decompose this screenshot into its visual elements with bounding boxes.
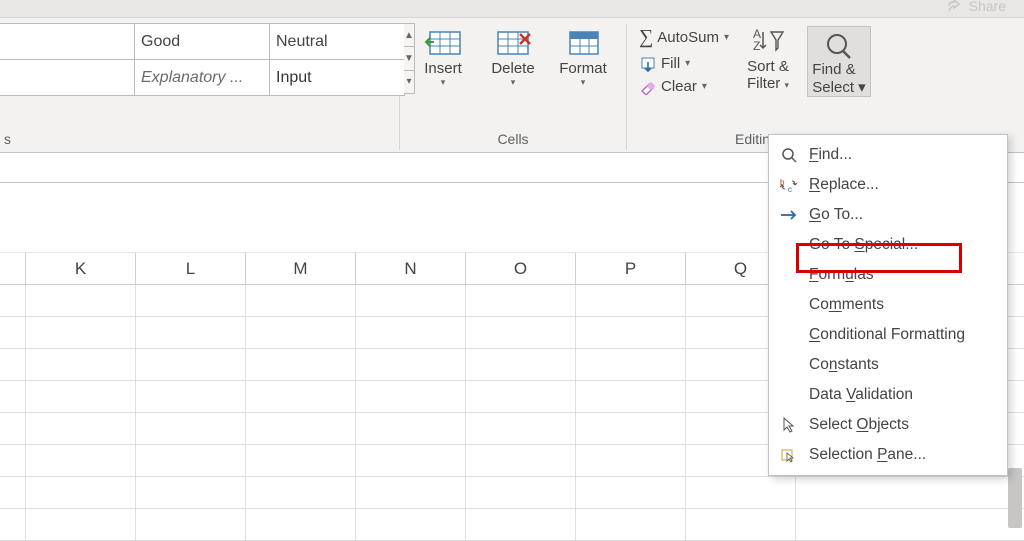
style-explanatory[interactable]: Explanatory ...	[134, 59, 270, 96]
cells-group-label: Cells	[408, 129, 618, 147]
style-neutral[interactable]: Neutral	[269, 23, 405, 60]
format-icon	[564, 28, 602, 58]
fill-icon	[639, 56, 657, 72]
clear-button[interactable]: Clear ▾	[639, 78, 729, 95]
menu-select-objects[interactable]: Select Objects	[769, 410, 1007, 440]
menu-find[interactable]: Find...	[769, 140, 1007, 170]
menu-formulas[interactable]: Formulas	[769, 260, 1007, 290]
cells-group: Insert ▾ Delete ▾	[400, 24, 627, 150]
menu-constants[interactable]: Constants	[769, 350, 1007, 380]
clear-icon	[639, 79, 657, 95]
clear-label: Clear	[661, 78, 697, 95]
menu-selection-pane[interactable]: Selection Pane...	[769, 440, 1007, 470]
delete-label: Delete	[491, 60, 534, 77]
goto-icon	[779, 206, 799, 224]
fill-label: Fill	[661, 55, 680, 72]
styles-group: Good Neutral ell Explanatory ... Input ▲…	[0, 24, 400, 150]
delete-icon	[494, 28, 532, 58]
clear-dropdown-icon[interactable]: ▾	[702, 81, 707, 92]
col-header[interactable]: L	[136, 253, 246, 284]
insert-button[interactable]: Insert ▾	[414, 26, 472, 88]
menu-goto-special[interactable]: Go To Special...	[769, 230, 1007, 260]
col-header[interactable]: K	[26, 253, 136, 284]
col-header[interactable]: M	[246, 253, 356, 284]
blank-icon	[779, 236, 799, 254]
replace-icon: bc	[779, 176, 799, 194]
styles-group-label: s	[0, 129, 399, 147]
share-icon	[948, 0, 964, 13]
insert-dropdown-icon[interactable]: ▾	[441, 77, 446, 88]
delete-button[interactable]: Delete ▾	[484, 26, 542, 88]
format-label: Format	[559, 60, 607, 77]
insert-icon	[424, 28, 462, 58]
style-good[interactable]: Good	[134, 23, 270, 60]
styles-gallery[interactable]: Good Neutral ell Explanatory ... Input	[0, 24, 405, 96]
insert-label: Insert	[424, 60, 462, 77]
autosum-label: AutoSum	[657, 29, 719, 46]
find-icon	[779, 146, 799, 164]
format-dropdown-icon[interactable]: ▾	[581, 77, 586, 88]
sort-filter-icon: A Z	[751, 26, 785, 56]
delete-dropdown-icon[interactable]: ▾	[511, 77, 516, 88]
svg-text:Z: Z	[753, 39, 760, 53]
style-bad[interactable]	[0, 23, 135, 60]
editing-group: ∑ AutoSum ▾ Fill ▾	[627, 24, 879, 150]
share-button[interactable]: Share	[948, 0, 1006, 14]
style-input[interactable]: Input	[269, 59, 405, 96]
col-header[interactable]: P	[576, 253, 686, 284]
menu-goto[interactable]: Go To...	[769, 200, 1007, 230]
col-header[interactable]: O	[466, 253, 576, 284]
svg-text:c: c	[788, 185, 792, 193]
col-header[interactable]: N	[356, 253, 466, 284]
autosum-button[interactable]: ∑ AutoSum ▾	[639, 26, 729, 49]
menu-conditional-formatting[interactable]: Conditional Formatting	[769, 320, 1007, 350]
fill-button[interactable]: Fill ▾	[639, 55, 729, 72]
find-select-menu: Find... bc Replace... Go To... Go To Spe…	[768, 134, 1008, 476]
menu-replace[interactable]: bc Replace...	[769, 170, 1007, 200]
menu-comments[interactable]: Comments	[769, 290, 1007, 320]
find-select-icon	[823, 31, 855, 61]
cursor-icon	[779, 416, 799, 434]
selection-pane-icon	[779, 446, 799, 464]
share-label: Share	[969, 0, 1006, 14]
vertical-scrollbar[interactable]	[1008, 468, 1022, 528]
find-select-button[interactable]: Find &Select ▾	[807, 26, 871, 97]
format-button[interactable]: Format ▾	[554, 26, 612, 88]
autosum-dropdown-icon[interactable]: ▾	[724, 32, 729, 43]
fill-dropdown-icon[interactable]: ▾	[685, 58, 690, 69]
sort-filter-button[interactable]: A Z Sort &Filter ▾	[739, 26, 797, 93]
menu-data-validation[interactable]: Data Validation	[769, 380, 1007, 410]
ribbon: Good Neutral ell Explanatory ... Input ▲…	[0, 18, 1024, 153]
title-bar: Share	[0, 0, 1024, 18]
style-checkcell[interactable]: ell	[0, 59, 135, 96]
